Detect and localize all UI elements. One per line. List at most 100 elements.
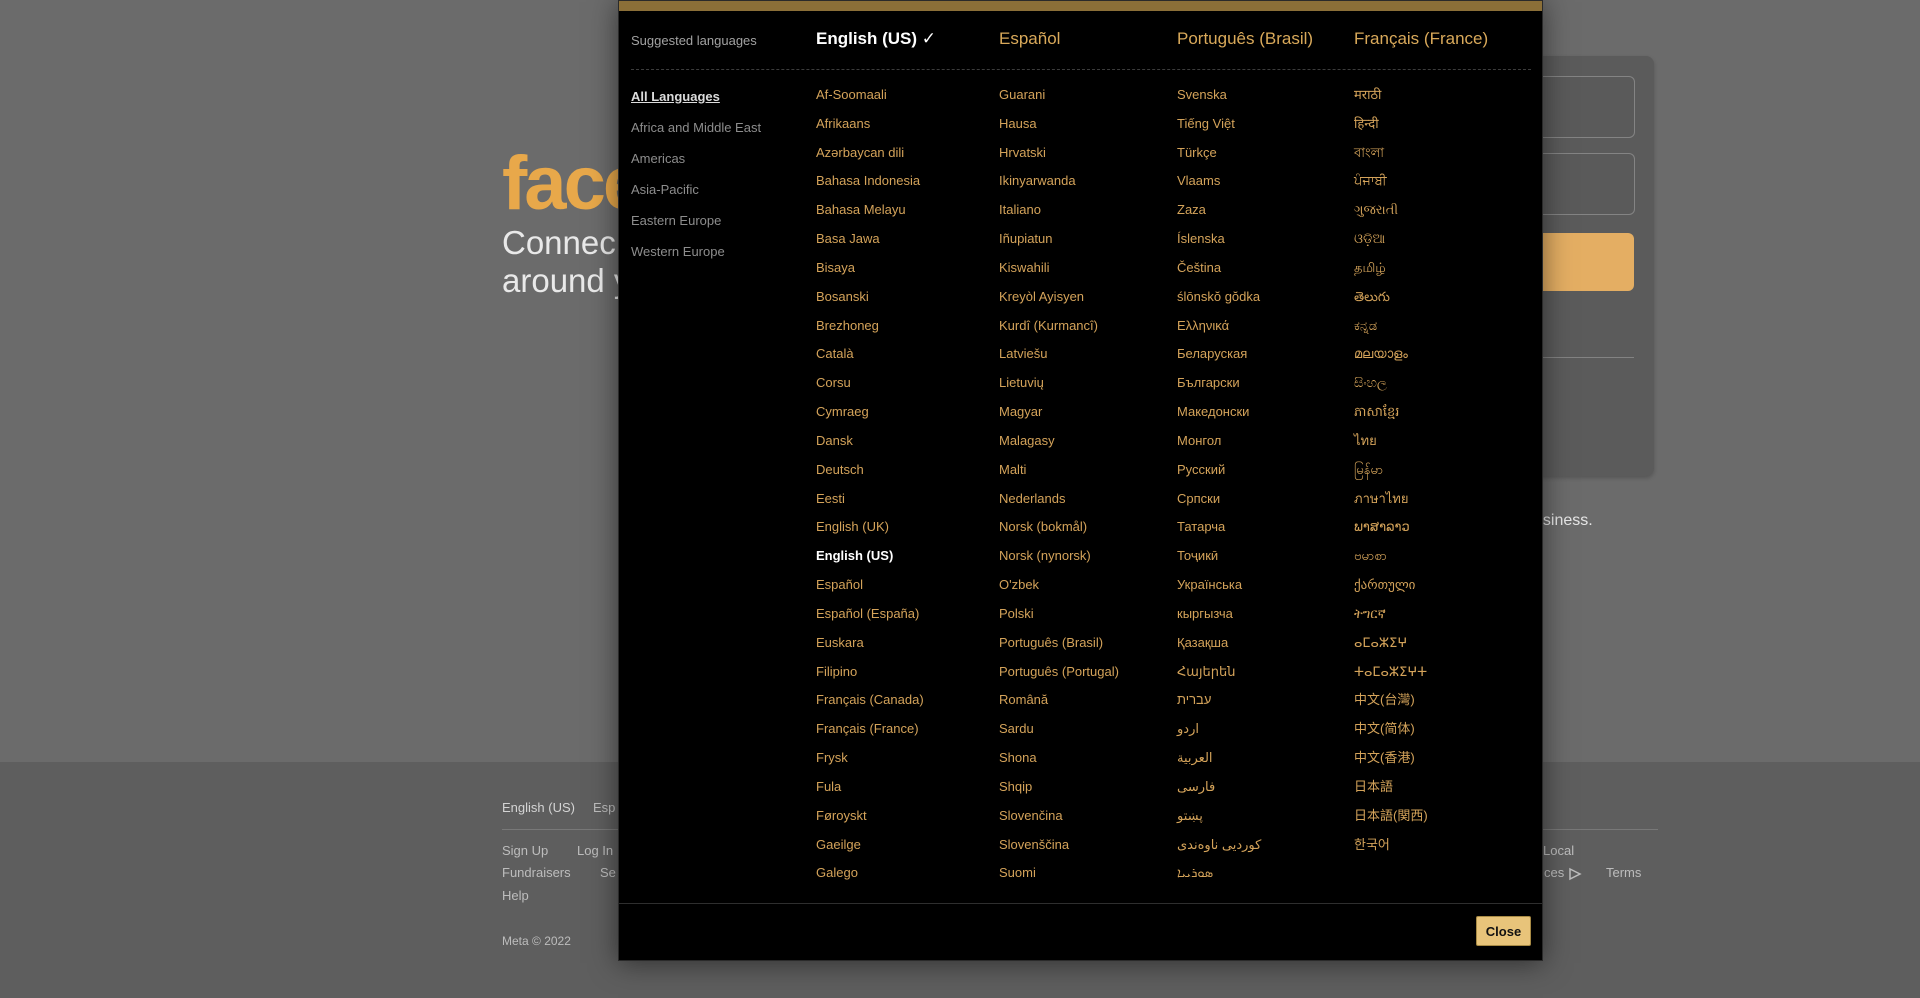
language-option[interactable]: Cymraeg [816,403,924,432]
close-button[interactable]: Close [1476,916,1531,946]
language-option[interactable]: తెలుగు [1354,288,1428,317]
language-option[interactable]: Français (Canada) [816,691,924,720]
language-option[interactable]: ภาษาไทย [1354,490,1428,519]
language-option[interactable]: ភាសាខ្មែរ [1354,403,1428,432]
language-option[interactable]: کوردیی ناوەندی [1177,836,1261,865]
language-option[interactable]: मराठी [1354,86,1428,115]
language-option[interactable]: 日本語(関西) [1354,807,1428,836]
language-option[interactable]: Nederlands [999,490,1119,519]
suggested-lang-francais-france[interactable]: Français (France) [1354,29,1488,49]
language-option[interactable]: Ελληνικά [1177,317,1261,346]
language-option[interactable]: 中文(台灣) [1354,691,1428,720]
language-option[interactable]: Sardu [999,720,1119,749]
language-option[interactable]: Português (Brasil) [999,634,1119,663]
language-option[interactable]: Kiswahili [999,259,1119,288]
language-option[interactable]: Brezhoneg [816,317,924,346]
language-option[interactable]: עברית [1177,691,1261,720]
language-option[interactable]: ไทย [1354,432,1428,461]
language-option[interactable]: Српски [1177,490,1261,519]
language-option[interactable]: Gaeilge [816,836,924,865]
language-option[interactable]: English (US) [816,547,924,576]
language-option[interactable]: Монгол [1177,432,1261,461]
language-option[interactable]: ⴰⵎⴰⵣⵉⵖ [1354,634,1428,663]
language-option[interactable]: Bisaya [816,259,924,288]
footer-lang-current[interactable]: English (US) [502,800,575,815]
language-option[interactable]: Türkçe [1177,144,1261,173]
language-option[interactable]: हिन्दी [1354,115,1428,144]
language-option[interactable]: Tiếng Việt [1177,115,1261,144]
language-option[interactable]: Bahasa Melayu [816,201,924,230]
language-option[interactable]: فارسی [1177,778,1261,807]
language-option[interactable]: اردو [1177,720,1261,749]
region-all-languages[interactable]: All Languages [631,89,720,104]
language-option[interactable]: Lietuvių [999,374,1119,403]
language-option[interactable]: বাংলা [1354,144,1428,173]
language-option[interactable]: Basa Jawa [816,230,924,259]
language-option[interactable]: Татарча [1177,518,1261,547]
language-option[interactable]: Corsu [816,374,924,403]
language-option[interactable]: ဗမာစာ [1354,547,1428,576]
suggested-lang-espanol[interactable]: Español [999,29,1060,49]
footer-fundraisers-link[interactable]: Fundraisers [502,865,571,880]
language-option[interactable]: Suomi [999,864,1119,893]
language-option[interactable]: Македонски [1177,403,1261,432]
language-option[interactable]: සිංහල [1354,374,1428,403]
region-eastern-europe[interactable]: Eastern Europe [631,213,721,228]
footer-signup-link[interactable]: Sign Up [502,843,548,858]
language-option[interactable]: кыргызча [1177,605,1261,634]
language-option[interactable]: Galego [816,864,924,893]
footer-terms-link[interactable]: Terms [1606,865,1641,880]
language-option[interactable]: Polski [999,605,1119,634]
language-option[interactable]: Vlaams [1177,172,1261,201]
language-option[interactable]: Ikinyarwanda [999,172,1119,201]
language-option[interactable]: Kurdî (Kurmancî) [999,317,1119,346]
language-option[interactable]: 中文(香港) [1354,749,1428,778]
suggested-lang-english-us[interactable]: English (US) ✓ [816,29,936,49]
language-option[interactable]: Iñupiatun [999,230,1119,259]
suggested-lang-portugues-brasil[interactable]: Português (Brasil) [1177,29,1313,49]
region-western-europe[interactable]: Western Europe [631,244,725,259]
language-option[interactable]: Қазақша [1177,634,1261,663]
language-option[interactable]: Filipino [816,663,924,692]
language-option[interactable]: မြန်မာ [1354,461,1428,490]
language-option[interactable]: Kreyòl Ayisyen [999,288,1119,317]
language-option[interactable]: Slovenščina [999,836,1119,865]
language-option[interactable]: Frysk [816,749,924,778]
language-option[interactable]: Español (España) [816,605,924,634]
language-option[interactable]: Bosanski [816,288,924,317]
language-option[interactable]: Fula [816,778,924,807]
language-option[interactable]: Română [999,691,1119,720]
language-option[interactable]: Azərbaycan dili [816,144,924,173]
language-option[interactable]: ትግርኛ [1354,605,1428,634]
language-option[interactable]: Af-Soomaali [816,86,924,115]
language-option[interactable]: Íslenska [1177,230,1261,259]
language-option[interactable]: Беларуская [1177,345,1261,374]
language-option[interactable]: Zaza [1177,201,1261,230]
language-option[interactable]: Italiano [999,201,1119,230]
language-option[interactable]: Español [816,576,924,605]
language-option[interactable]: Malagasy [999,432,1119,461]
footer-login-link[interactable]: Log In [577,843,613,858]
language-option[interactable]: Eesti [816,490,924,519]
language-option[interactable]: Čeština [1177,259,1261,288]
language-option[interactable]: Euskara [816,634,924,663]
language-option[interactable]: ଓଡ଼ିଆ [1354,230,1428,259]
footer-ad-choices-link[interactable]: ces [1544,865,1582,881]
language-option[interactable]: O'zbek [999,576,1119,605]
language-option[interactable]: ພາສາລາວ [1354,518,1428,547]
language-option[interactable]: 한국어 [1354,836,1428,865]
language-option[interactable]: Slovenčina [999,807,1119,836]
language-option[interactable]: Latviešu [999,345,1119,374]
region-africa-middle-east[interactable]: Africa and Middle East [631,120,761,135]
language-option[interactable]: Hrvatski [999,144,1119,173]
language-option[interactable]: Dansk [816,432,924,461]
footer-lang-link[interactable]: Esp [593,800,615,815]
language-option[interactable]: Українська [1177,576,1261,605]
language-option[interactable]: ಕನ್ನಡ [1354,317,1428,346]
language-option[interactable]: Հայերեն [1177,663,1261,692]
language-option[interactable]: മലയാളം [1354,345,1428,374]
language-option[interactable]: Norsk (nynorsk) [999,547,1119,576]
language-option[interactable]: ܣܘܪܝܝܐ [1177,864,1261,893]
language-option[interactable]: Български [1177,374,1261,403]
language-option[interactable]: Føroyskt [816,807,924,836]
